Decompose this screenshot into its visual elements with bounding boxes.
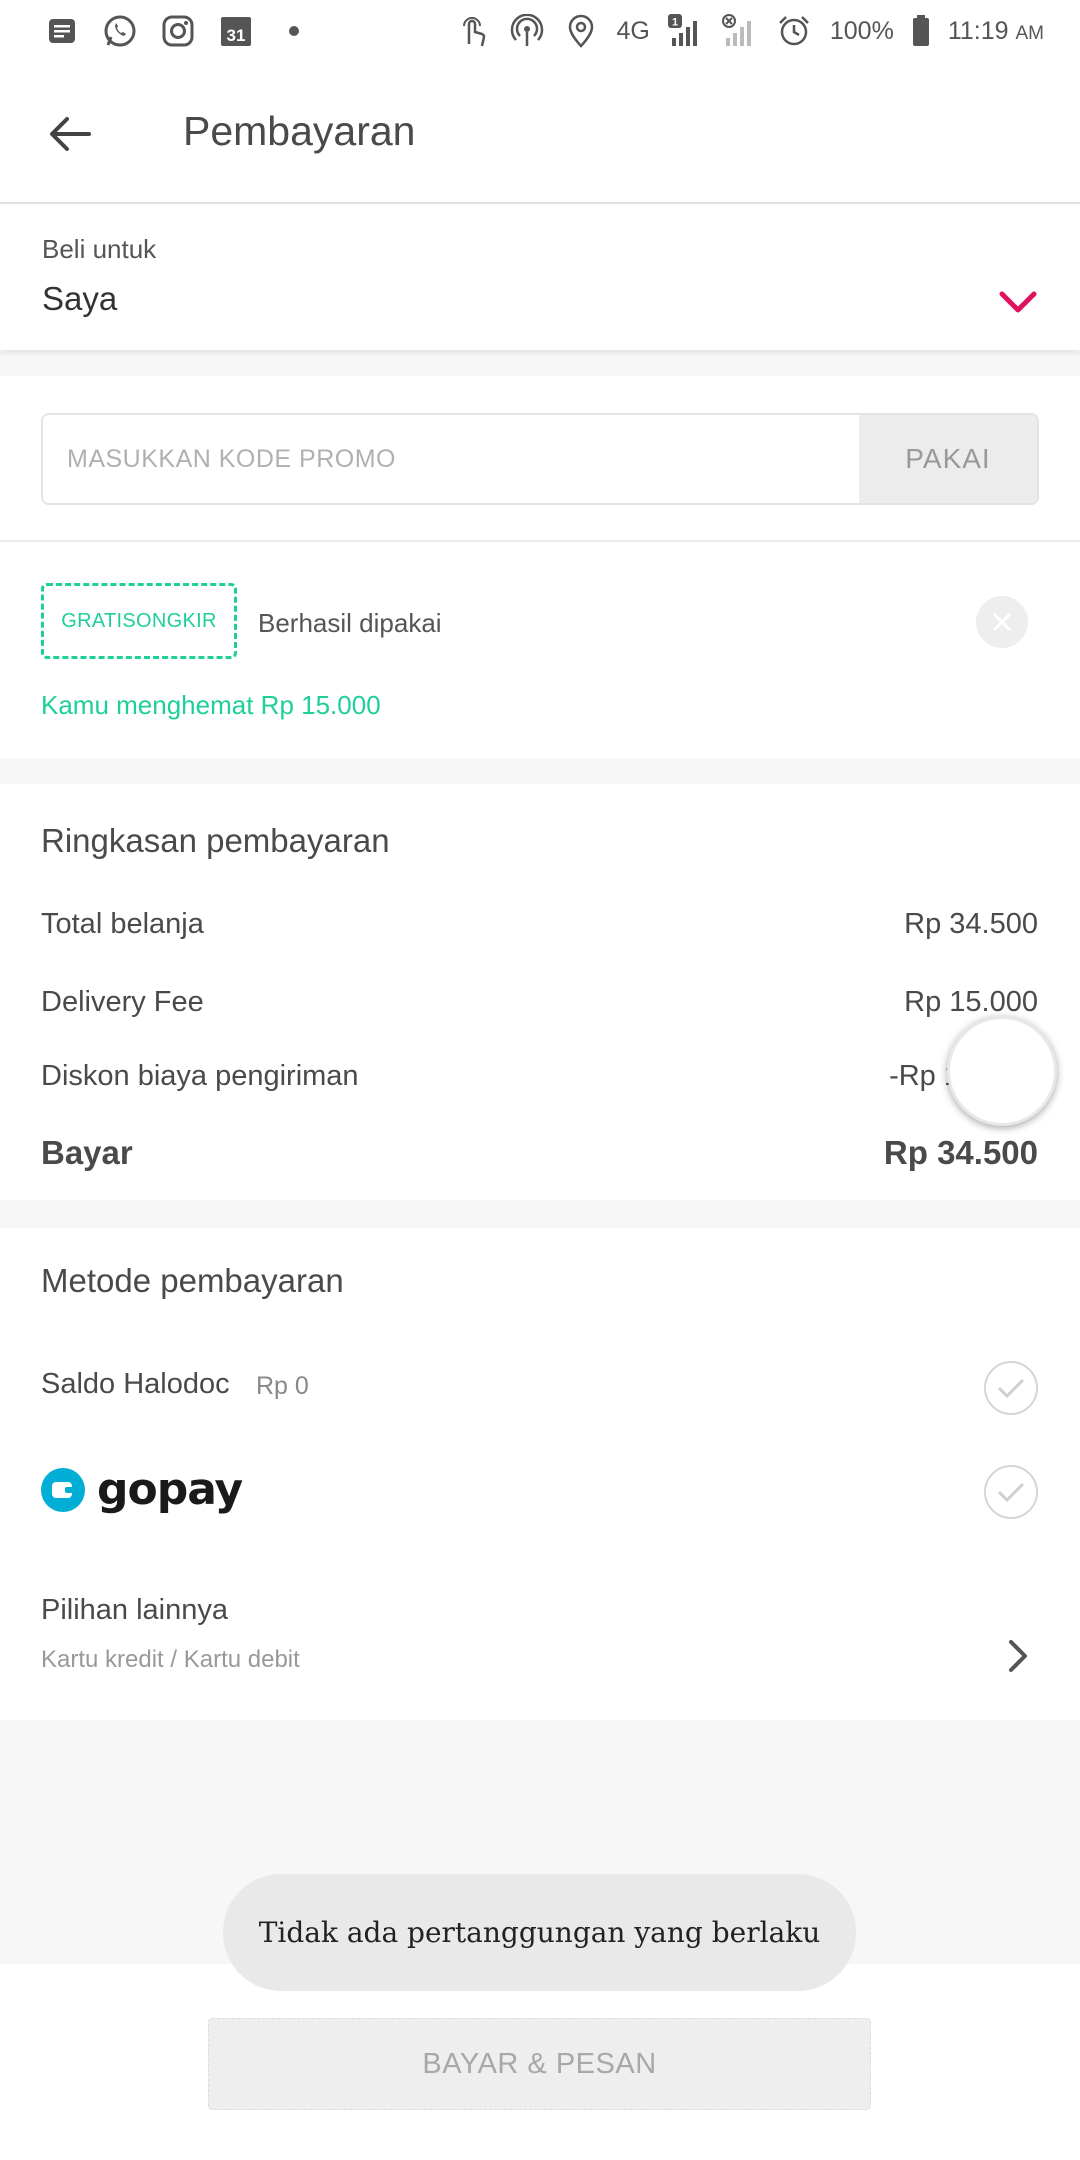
promo-saving-text: Kamu menghemat Rp 15.000 [41,690,381,720]
applied-promo-section: GRATISONGKIR Berhasil dipakai Kamu mengh… [0,542,1080,758]
other-payment-option[interactable]: Pilihan lainnya Kartu kredit / Kartu deb… [0,1558,1080,1698]
back-button[interactable] [42,106,98,162]
promo-status-text: Berhasil dipakai [258,608,442,638]
alarm-icon [776,13,812,49]
calendar-icon: 31 [218,13,254,49]
other-payment-label: Pilihan lainnya [41,1594,229,1626]
summary-title: Ringkasan pembayaran [41,822,390,859]
promo-field-container: PAKAI [41,413,1039,505]
close-icon [993,613,1011,631]
svg-text:31: 31 [227,26,246,45]
summary-row-label: Delivery Fee [41,986,204,1018]
arrow-left-icon [50,117,91,151]
gopay-option[interactable]: gopay [0,1438,1080,1548]
whatsapp-icon [102,13,138,49]
chevron-down-icon[interactable] [996,280,1040,324]
saldo-balance: Rp 0 [256,1372,309,1400]
promo-code-input[interactable] [67,415,847,503]
saldo-option[interactable]: Saldo Halodoc Rp 0 [0,1328,1080,1438]
total-value: Rp 34.500 [883,1134,1038,1171]
promo-section: PAKAI [0,376,1080,542]
total-label: Bayar [41,1134,133,1171]
summary-row-label: Diskon biaya pengiriman [41,1060,359,1092]
page-title: Pembayaran [183,108,416,154]
pay-and-order-button[interactable]: BAYAR & PESAN [208,2018,871,2110]
payment-screen: 31 4G 1 100% 11:19 AM Pembayaran Beli un… [0,0,1080,2160]
summary-row-value: Rp 15.000 [904,986,1038,1018]
chevron-right-icon [1006,1638,1030,1679]
network-type: 4G [616,16,650,45]
buy-for-label: Beli untuk [42,234,157,264]
signal-icon: 1 [667,13,704,49]
payment-methods-section: Metode pembayaran Saldo Halodoc Rp 0 gop… [0,1228,1080,1720]
buy-for-selector[interactable]: Beli untuk Saya [0,204,1080,350]
no-signal-icon [721,13,758,49]
saldo-check-icon[interactable] [984,1361,1038,1415]
methods-title: Metode pembayaran [41,1262,344,1299]
message-icon [44,13,80,49]
gopay-check-icon[interactable] [984,1465,1038,1519]
location-icon [563,13,599,49]
hotspot-icon [509,13,545,49]
summary-row-value: Rp 34.500 [904,908,1038,940]
buy-for-value: Saya [42,280,118,317]
toast-message: Tidak ada pertanggungan yang berlaku [223,1874,856,1991]
instagram-icon [160,13,196,49]
svg-text:1: 1 [672,17,678,29]
saldo-label: Saldo Halodoc [41,1368,230,1400]
wallet-icon [41,1467,85,1512]
gopay-label: gopay [97,1464,243,1515]
loading-spinner [947,1016,1057,1126]
battery-icon [912,13,930,49]
battery-percent: 100% [829,16,894,45]
dot-icon [276,13,312,49]
gopay-logo: gopay [41,1464,243,1515]
remove-promo-button[interactable] [976,596,1028,648]
summary-row-label: Total belanja [41,908,204,940]
other-payment-sublabel: Kartu kredit / Kartu debit [41,1646,300,1673]
promo-code-badge: GRATISONGKIR [41,583,237,659]
bottom-bar: BAYAR & PESAN [0,1964,1080,2160]
clock: 11:19 AM [947,16,1044,45]
payment-summary: Ringkasan pembayaran Total belanja Rp 34… [0,784,1080,1200]
apply-promo-button[interactable]: PAKAI [859,415,1037,503]
status-bar: 31 4G 1 100% 11:19 AM [0,0,1080,62]
app-bar: Pembayaran [0,62,1080,204]
touch-icon [455,13,491,49]
